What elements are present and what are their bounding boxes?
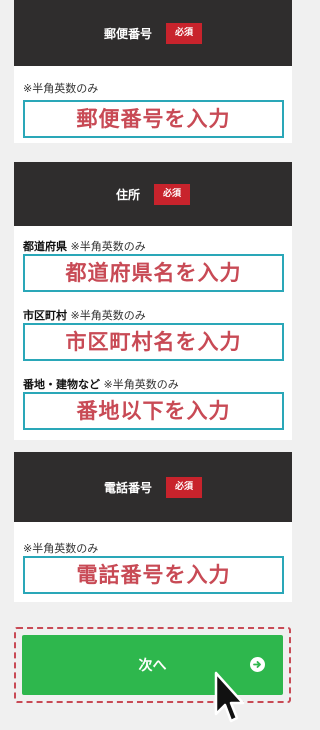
postal-code-field <box>23 100 284 138</box>
submit-highlight: 次へ <box>14 627 291 703</box>
address-header: 住所 必須 <box>14 162 292 226</box>
street-label-text: 番地・建物など <box>23 378 100 391</box>
postal-code-input[interactable] <box>25 101 282 137</box>
city-label-text: 市区町村 <box>23 309 67 322</box>
prefecture-hint: ※半角英数のみ <box>70 240 146 253</box>
phone-field <box>23 556 284 594</box>
phone-header: 電話番号 必須 <box>14 452 292 522</box>
city-label: 市区町村 ※半角英数のみ <box>23 307 146 323</box>
phone-input[interactable] <box>25 557 282 593</box>
city-hint: ※半角英数のみ <box>70 309 146 322</box>
arrow-right-circle-icon <box>250 657 265 672</box>
phone-section: 電話番号 必須 ※半角英数のみ <box>14 452 292 602</box>
required-badge: 必須 <box>154 183 191 205</box>
prefecture-label: 都道府県 ※半角英数のみ <box>23 238 146 254</box>
mouse-pointer-icon <box>214 671 245 723</box>
phone-title: 電話番号 <box>103 480 152 495</box>
street-input[interactable] <box>25 393 282 429</box>
street-label: 番地・建物など ※半角英数のみ <box>23 376 179 392</box>
prefecture-field <box>23 254 284 292</box>
postal-section: 郵便番号 必須 ※半角英数のみ <box>14 0 292 143</box>
required-badge: 必須 <box>166 476 203 498</box>
city-field <box>23 323 284 361</box>
prefecture-label-text: 都道府県 <box>23 240 67 253</box>
phone-hint: ※半角英数のみ <box>23 542 99 555</box>
postal-title: 郵便番号 <box>103 26 152 41</box>
address-section: 住所 必須 都道府県 ※半角英数のみ 市区町村 ※半角英数のみ 番地・建物など … <box>14 162 292 440</box>
required-badge: 必須 <box>166 22 203 44</box>
prefecture-input[interactable] <box>25 255 282 291</box>
next-button-label: 次へ <box>138 658 167 674</box>
street-hint: ※半角英数のみ <box>103 378 179 391</box>
city-input[interactable] <box>25 324 282 360</box>
postal-hint: ※半角英数のみ <box>23 82 99 95</box>
address-title: 住所 <box>115 187 140 202</box>
postal-header: 郵便番号 必須 <box>14 0 292 66</box>
street-field <box>23 392 284 430</box>
